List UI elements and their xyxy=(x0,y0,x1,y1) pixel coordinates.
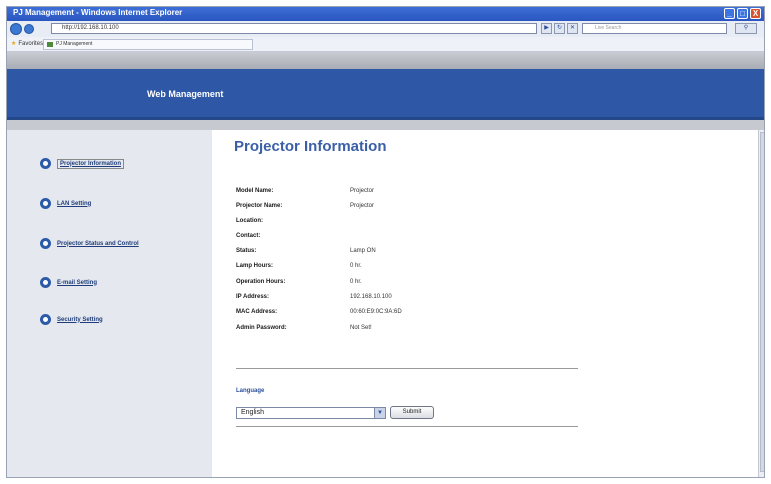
scrollbar-thumb[interactable] xyxy=(760,132,764,472)
toolbar-strip xyxy=(7,52,764,69)
info-value: Projector xyxy=(350,188,375,194)
page-header: Web Management xyxy=(7,69,764,120)
language-selected-value: English xyxy=(241,409,264,416)
sidebar-item-security-setting[interactable]: Security Setting xyxy=(40,314,103,325)
info-label: Operation Hours: xyxy=(236,279,286,285)
go-icon[interactable]: ▶ xyxy=(541,23,552,34)
favorites-button[interactable]: Favorites xyxy=(11,40,43,47)
close-button[interactable]: X xyxy=(750,8,761,19)
sidebar-item-label[interactable]: Projector Status and Control xyxy=(57,241,139,247)
minimize-button[interactable]: _ xyxy=(724,8,735,19)
info-label: Status: xyxy=(236,248,257,254)
bullet-icon xyxy=(40,277,51,288)
address-actions: ▶ ↻ ✕ xyxy=(541,23,578,34)
info-row: Lamp Hours: 0 hr. xyxy=(236,263,566,275)
info-row: IP Address: 192.168.10.100 xyxy=(236,294,566,306)
header-title: Web Management xyxy=(147,89,224,99)
forward-button[interactable] xyxy=(24,24,34,34)
info-label: Contact: xyxy=(236,233,261,239)
info-value: Projector xyxy=(350,203,375,209)
info-row: Model Name: Projector xyxy=(236,188,566,200)
info-row: Projector Name: Projector xyxy=(236,203,566,215)
info-row: MAC Address: 00:60:E9:0C:9A:6D xyxy=(236,309,566,321)
sidebar-item-label[interactable]: Security Setting xyxy=(57,317,103,323)
info-value: Lamp ON xyxy=(350,248,376,254)
info-row: Status: Lamp ON xyxy=(236,248,566,260)
bullet-icon xyxy=(40,198,51,209)
submit-button[interactable]: Submit xyxy=(390,406,434,419)
info-row: Contact: xyxy=(236,233,566,245)
sidebar-item-label[interactable]: E-mail Setting xyxy=(57,280,97,286)
header-divider xyxy=(7,120,764,130)
scrollbar[interactable] xyxy=(758,130,764,477)
search-input[interactable]: Live Search xyxy=(582,23,727,34)
info-label: Admin Password: xyxy=(236,325,287,331)
main-content: Projector Information Model Name: Projec… xyxy=(212,130,758,477)
address-row: http://192.168.10.100 ▶ ↻ ✕ Live Search … xyxy=(7,21,764,37)
maximize-button[interactable]: □ xyxy=(737,8,748,19)
sidebar-item-lan-setting[interactable]: LAN Setting xyxy=(40,198,91,209)
window-controls: _ □ X xyxy=(724,8,761,19)
info-value: Not Set! xyxy=(350,325,372,331)
info-value: 0 hr. xyxy=(350,263,362,269)
info-label: Location: xyxy=(236,218,263,224)
info-value: 00:60:E9:0C:9A:6D xyxy=(350,309,402,315)
bullet-icon xyxy=(40,314,51,325)
title-bar: PJ Management - Windows Internet Explore… xyxy=(7,7,764,21)
info-row: Admin Password: Not Set! xyxy=(236,325,566,337)
info-label: Projector Name: xyxy=(236,203,283,209)
address-input[interactable]: http://192.168.10.100 xyxy=(51,23,537,34)
info-row: Operation Hours: 0 hr. xyxy=(236,279,566,291)
sidebar-item-email-setting[interactable]: E-mail Setting xyxy=(40,277,97,288)
info-label: Model Name: xyxy=(236,188,274,194)
language-select[interactable]: English ▼ xyxy=(236,407,386,419)
sidebar: Projector Information LAN Setting Projec… xyxy=(7,130,212,477)
language-label: Language xyxy=(236,388,265,394)
info-label: IP Address: xyxy=(236,294,270,300)
sidebar-item-projector-information[interactable]: Projector Information xyxy=(40,158,125,169)
browser-window: PJ Management - Windows Internet Explore… xyxy=(6,6,765,478)
chevron-down-icon[interactable]: ▼ xyxy=(374,408,385,418)
sidebar-item-label[interactable]: Projector Information xyxy=(57,158,125,169)
page-title: Projector Information xyxy=(234,138,387,155)
window-title: PJ Management - Windows Internet Explore… xyxy=(13,8,183,17)
info-value: 192.168.10.100 xyxy=(350,294,392,300)
browser-tab[interactable]: PJ Management xyxy=(43,39,253,50)
bullet-icon xyxy=(40,158,51,169)
info-row: Location: xyxy=(236,218,566,230)
refresh-icon[interactable]: ↻ xyxy=(554,23,565,34)
sidebar-item-projector-status[interactable]: Projector Status and Control xyxy=(40,238,139,249)
stop-icon[interactable]: ✕ xyxy=(567,23,578,34)
divider xyxy=(236,426,578,427)
info-label: Lamp Hours: xyxy=(236,263,274,269)
search-icon[interactable]: ⚲ xyxy=(735,23,757,34)
sidebar-item-label[interactable]: LAN Setting xyxy=(57,201,91,207)
bullet-icon xyxy=(40,238,51,249)
divider xyxy=(236,368,578,369)
favorites-bar: Favorites PJ Management xyxy=(7,37,764,52)
info-label: MAC Address: xyxy=(236,309,278,315)
info-value: 0 hr. xyxy=(350,279,362,285)
back-button[interactable] xyxy=(10,23,22,35)
